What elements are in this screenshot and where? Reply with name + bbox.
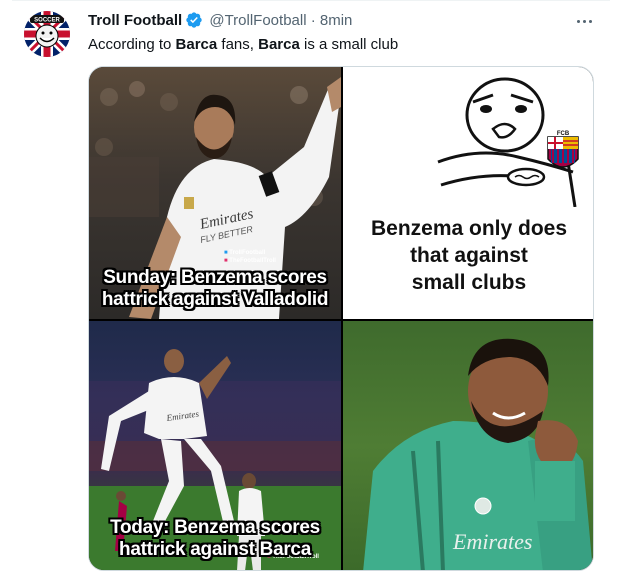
meme-panel-top-left: Emirates FLY BETTER ■ TrollFootball ■ Th…	[89, 67, 341, 319]
meme-rage-text: Benzema only does that against small clu…	[343, 215, 593, 296]
tweet-header: Troll Football @TrollFootball · 8min	[88, 11, 578, 35]
instagram-icon: ■	[224, 258, 228, 264]
separator-dot: ·	[310, 12, 316, 29]
twitter-icon: ■	[224, 250, 228, 256]
shirt-sponsor-3: Emirates	[452, 529, 532, 554]
meme-caption-top: Sunday: Benzema scores hattrick against …	[89, 267, 341, 311]
meme-panel-top-right: FCB Benzema only does that against small…	[343, 67, 593, 319]
author-name[interactable]: Troll Football	[88, 12, 182, 29]
caption-line: hattrick against Barca	[119, 539, 311, 560]
fcb-crest-icon: FCB	[547, 131, 579, 168]
rage-text-line: that against	[410, 244, 528, 267]
avatar-logo: SOCCER	[24, 11, 70, 57]
tweet-media[interactable]: Emirates FLY BETTER ■ TrollFootball ■ Th…	[88, 66, 594, 571]
tweet-text-part: According to	[88, 36, 176, 53]
tweet-text: According to Barca fans, Barca is a smal…	[88, 35, 398, 55]
meme-panel-bottom-right: Emirates	[343, 321, 593, 570]
watermark: ■ TrollFootball ■ TheFootballTroll	[224, 250, 276, 264]
meme-caption-bottom: Today: Benzema scores hattrick against B…	[89, 517, 341, 561]
caption-line: Today: Benzema scores	[110, 517, 320, 538]
avatar[interactable]: SOCCER	[24, 11, 70, 57]
player-laughing-image: Emirates	[363, 338, 593, 570]
timestamp[interactable]: 8min	[320, 12, 353, 29]
meme-panel-bottom-left: Emirates ■ TrollFootball ■ TheFootballTr…	[89, 321, 341, 570]
crest-text: FCB	[557, 131, 570, 137]
rage-text-line: Benzema only does	[370, 217, 568, 240]
rage-text-line: small clubs	[411, 271, 527, 294]
tweet-text-part: fans,	[217, 36, 259, 53]
avatar-text: SOCCER	[34, 18, 60, 24]
tweet-text-bold: Barca	[258, 36, 300, 53]
tweet-text-bold: Barca	[175, 36, 218, 53]
rage-face-image: FCB	[437, 77, 579, 208]
top-divider	[12, 0, 610, 1]
verified-icon	[185, 11, 203, 35]
caption-line: hattrick against Valladolid	[101, 289, 329, 310]
caption-line: Sunday: Benzema scores	[103, 267, 327, 288]
author-handle[interactable]: @TrollFootball	[209, 12, 306, 29]
more-options-icon[interactable]	[572, 12, 596, 30]
tweet-text-part: is a small club	[299, 36, 399, 53]
